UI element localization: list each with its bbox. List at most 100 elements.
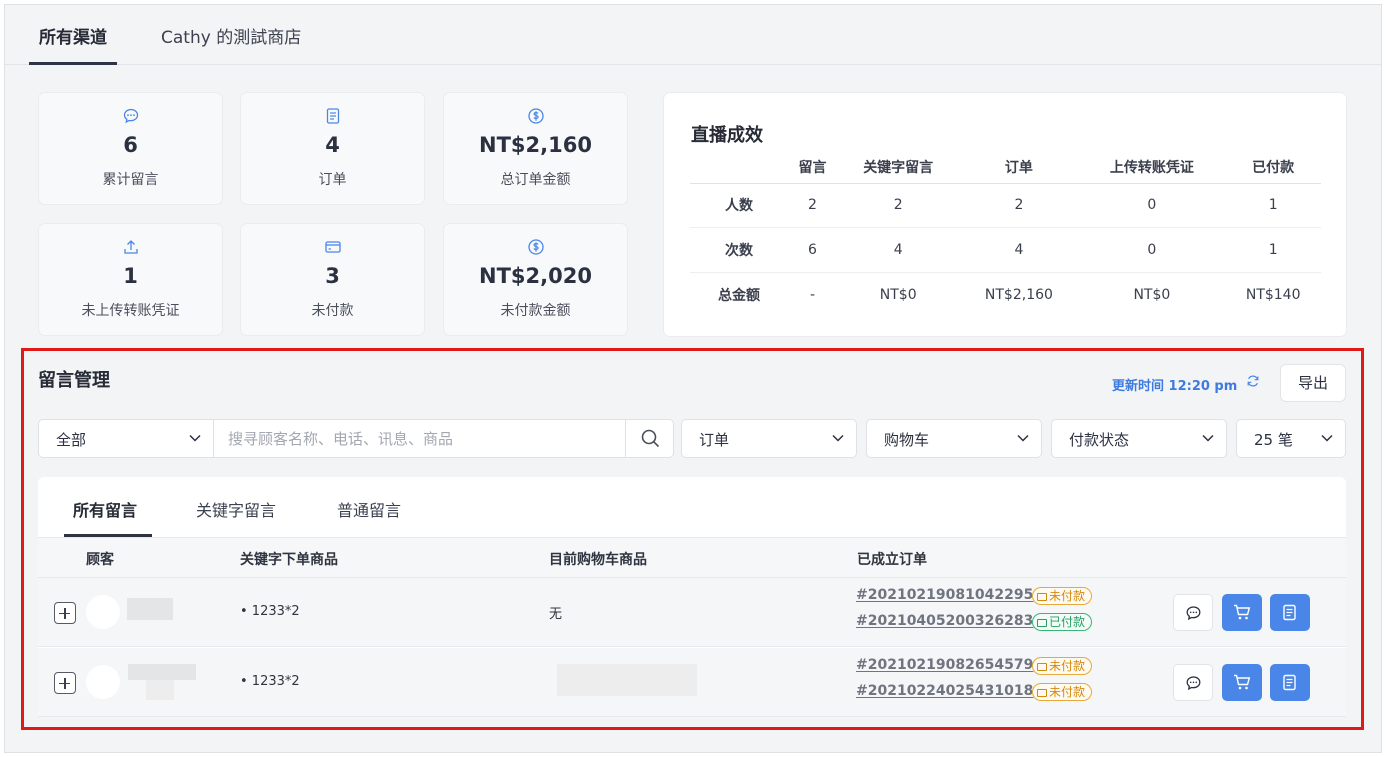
chevron-down-icon xyxy=(1202,434,1214,442)
performance-col-header: 留言 xyxy=(788,151,837,184)
table-cell: NT$2,160 xyxy=(984,286,1053,303)
performance-corner-header xyxy=(690,151,788,184)
stat-value: 1 xyxy=(123,264,138,288)
table-cell: 0 xyxy=(1078,227,1226,273)
table-cell: NT$0 xyxy=(879,286,917,303)
table-cell: 0 xyxy=(1078,183,1226,228)
comment-management-title: 留言管理 xyxy=(38,370,110,391)
chevron-down-icon xyxy=(1321,434,1333,442)
upload-icon xyxy=(123,240,138,254)
stat-label: 未付款 xyxy=(311,303,354,319)
stat-value: NT$2,160 xyxy=(479,133,592,157)
page-size-value: 25 笔 xyxy=(1254,431,1293,449)
bill-icon xyxy=(1037,619,1047,627)
stat-value: 6 xyxy=(123,133,138,157)
refresh-icon[interactable] xyxy=(1246,374,1260,388)
stat-card-unpaid: 3 未付款 xyxy=(240,223,425,336)
stat-value: 4 xyxy=(325,133,340,157)
stat-label: 未付款金额 xyxy=(500,303,571,319)
active-tab-indicator xyxy=(29,62,117,65)
tab-all-comments[interactable]: 所有留言 xyxy=(73,497,137,521)
search-input[interactable] xyxy=(214,420,624,457)
comment-icon xyxy=(123,108,138,124)
channel-tabs: 所有渠道 Cathy 的測試商店 xyxy=(5,5,1381,65)
table-cell: 4 xyxy=(836,227,960,273)
status-badge: 已付款 xyxy=(1032,613,1093,631)
tab-keyword-comments[interactable]: 关键字留言 xyxy=(196,497,276,521)
stat-label: 总订单金额 xyxy=(500,172,571,188)
avatar xyxy=(86,595,120,629)
search-box xyxy=(214,419,674,458)
table-row: • 1233*2 #20210219082654579 未付款 #2021022… xyxy=(38,648,1346,717)
table-cell: 6 xyxy=(788,227,837,273)
cart-item: 无 xyxy=(549,607,563,622)
stat-card-no-proof: 1 未上传转账凭证 xyxy=(38,223,223,336)
tab-normal-comments[interactable]: 普通留言 xyxy=(337,497,401,521)
redacted-customer-name xyxy=(146,680,174,700)
row-header: 人数 xyxy=(690,183,788,228)
table-cell: 2 xyxy=(836,183,960,228)
col-header-cart-items: 目前购物车商品 xyxy=(549,552,647,568)
order-icon xyxy=(326,108,339,124)
table-cell: 4 xyxy=(959,227,1079,273)
performance-title: 直播成效 xyxy=(691,125,763,146)
update-time: 更新时间 12:20 pm xyxy=(1112,379,1238,394)
performance-col-header: 订单 xyxy=(959,151,1079,184)
card-icon xyxy=(324,241,341,253)
cart-button[interactable] xyxy=(1222,594,1262,631)
table-cell: NT$0 xyxy=(1133,286,1171,303)
order-link[interactable]: #20210219081042295 xyxy=(856,587,1033,603)
dollar-icon xyxy=(527,108,544,124)
status-text: 已付款 xyxy=(1049,615,1086,629)
status-text: 未付款 xyxy=(1049,659,1086,673)
chevron-down-icon xyxy=(189,434,201,442)
export-button[interactable]: 导出 xyxy=(1280,364,1346,402)
table-cell: NT$140 xyxy=(1245,286,1301,303)
stat-label: 未上传转账凭证 xyxy=(81,303,180,319)
tab-all-channels[interactable]: 所有渠道 xyxy=(39,23,107,48)
scope-select[interactable]: 全部 xyxy=(38,419,214,458)
chevron-down-icon xyxy=(1017,434,1029,442)
comment-icon xyxy=(1186,676,1201,691)
order-link[interactable]: #20210219082654579 xyxy=(856,657,1033,673)
cart-filter-select[interactable]: 购物车 xyxy=(866,419,1042,458)
order-link[interactable]: #20210224025431018 xyxy=(856,683,1033,699)
cart-button[interactable] xyxy=(1222,664,1262,701)
stat-card-unpaid-total: NT$2,020 未付款金额 xyxy=(443,223,628,336)
cart-filter-value: 购物车 xyxy=(884,431,930,449)
expand-button[interactable] xyxy=(54,602,76,624)
status-badge: 未付款 xyxy=(1032,683,1093,701)
comment-icon xyxy=(1186,606,1201,621)
search-button[interactable] xyxy=(625,420,673,457)
expand-button[interactable] xyxy=(54,672,76,694)
payment-status-select[interactable]: 付款状态 xyxy=(1051,419,1227,458)
cart-icon xyxy=(1234,674,1251,690)
order-button[interactable] xyxy=(1270,664,1310,701)
performance-row-amount: 总金额 - NT$0 NT$2,160 NT$0 NT$140 xyxy=(690,272,1321,317)
performance-col-header: 关键字留言 xyxy=(836,151,960,184)
performance-row-people: 人数 2 2 2 0 1 xyxy=(690,183,1321,228)
message-button[interactable] xyxy=(1173,664,1213,701)
status-badge: 未付款 xyxy=(1032,657,1093,675)
col-header-customer: 顾客 xyxy=(86,552,114,568)
redacted-cart-item xyxy=(557,664,697,696)
tab-cathy-store[interactable]: Cathy 的測試商店 xyxy=(161,23,301,48)
payment-status-value: 付款状态 xyxy=(1069,431,1130,449)
table-header: 顾客 关键字下单商品 目前购物车商品 已成立订单 xyxy=(38,537,1346,578)
message-button[interactable] xyxy=(1173,594,1213,631)
redacted-customer-name xyxy=(128,664,196,680)
order-icon xyxy=(1283,674,1296,691)
scope-select-value: 全部 xyxy=(56,431,87,449)
col-header-keyword-items: 关键字下单商品 xyxy=(240,552,338,568)
status-badge: 未付款 xyxy=(1032,587,1093,605)
stat-value: 3 xyxy=(325,264,340,288)
stat-label: 订单 xyxy=(318,172,347,188)
table-cell: 2 xyxy=(959,183,1079,228)
page-size-select[interactable]: 25 笔 xyxy=(1236,419,1346,458)
performance-table: 留言 关键字留言 订单 上传转账凭证 已付款 人数 2 2 2 0 1 次数 6… xyxy=(690,151,1321,317)
order-button[interactable] xyxy=(1270,594,1310,631)
live-performance-card: 直播成效 留言 关键字留言 订单 上传转账凭证 已付款 人数 2 2 2 0 1… xyxy=(663,92,1347,337)
order-filter-select[interactable]: 订单 xyxy=(681,419,857,458)
order-link[interactable]: #20210405200326283 xyxy=(856,613,1033,629)
performance-col-header: 上传转账凭证 xyxy=(1078,151,1226,184)
